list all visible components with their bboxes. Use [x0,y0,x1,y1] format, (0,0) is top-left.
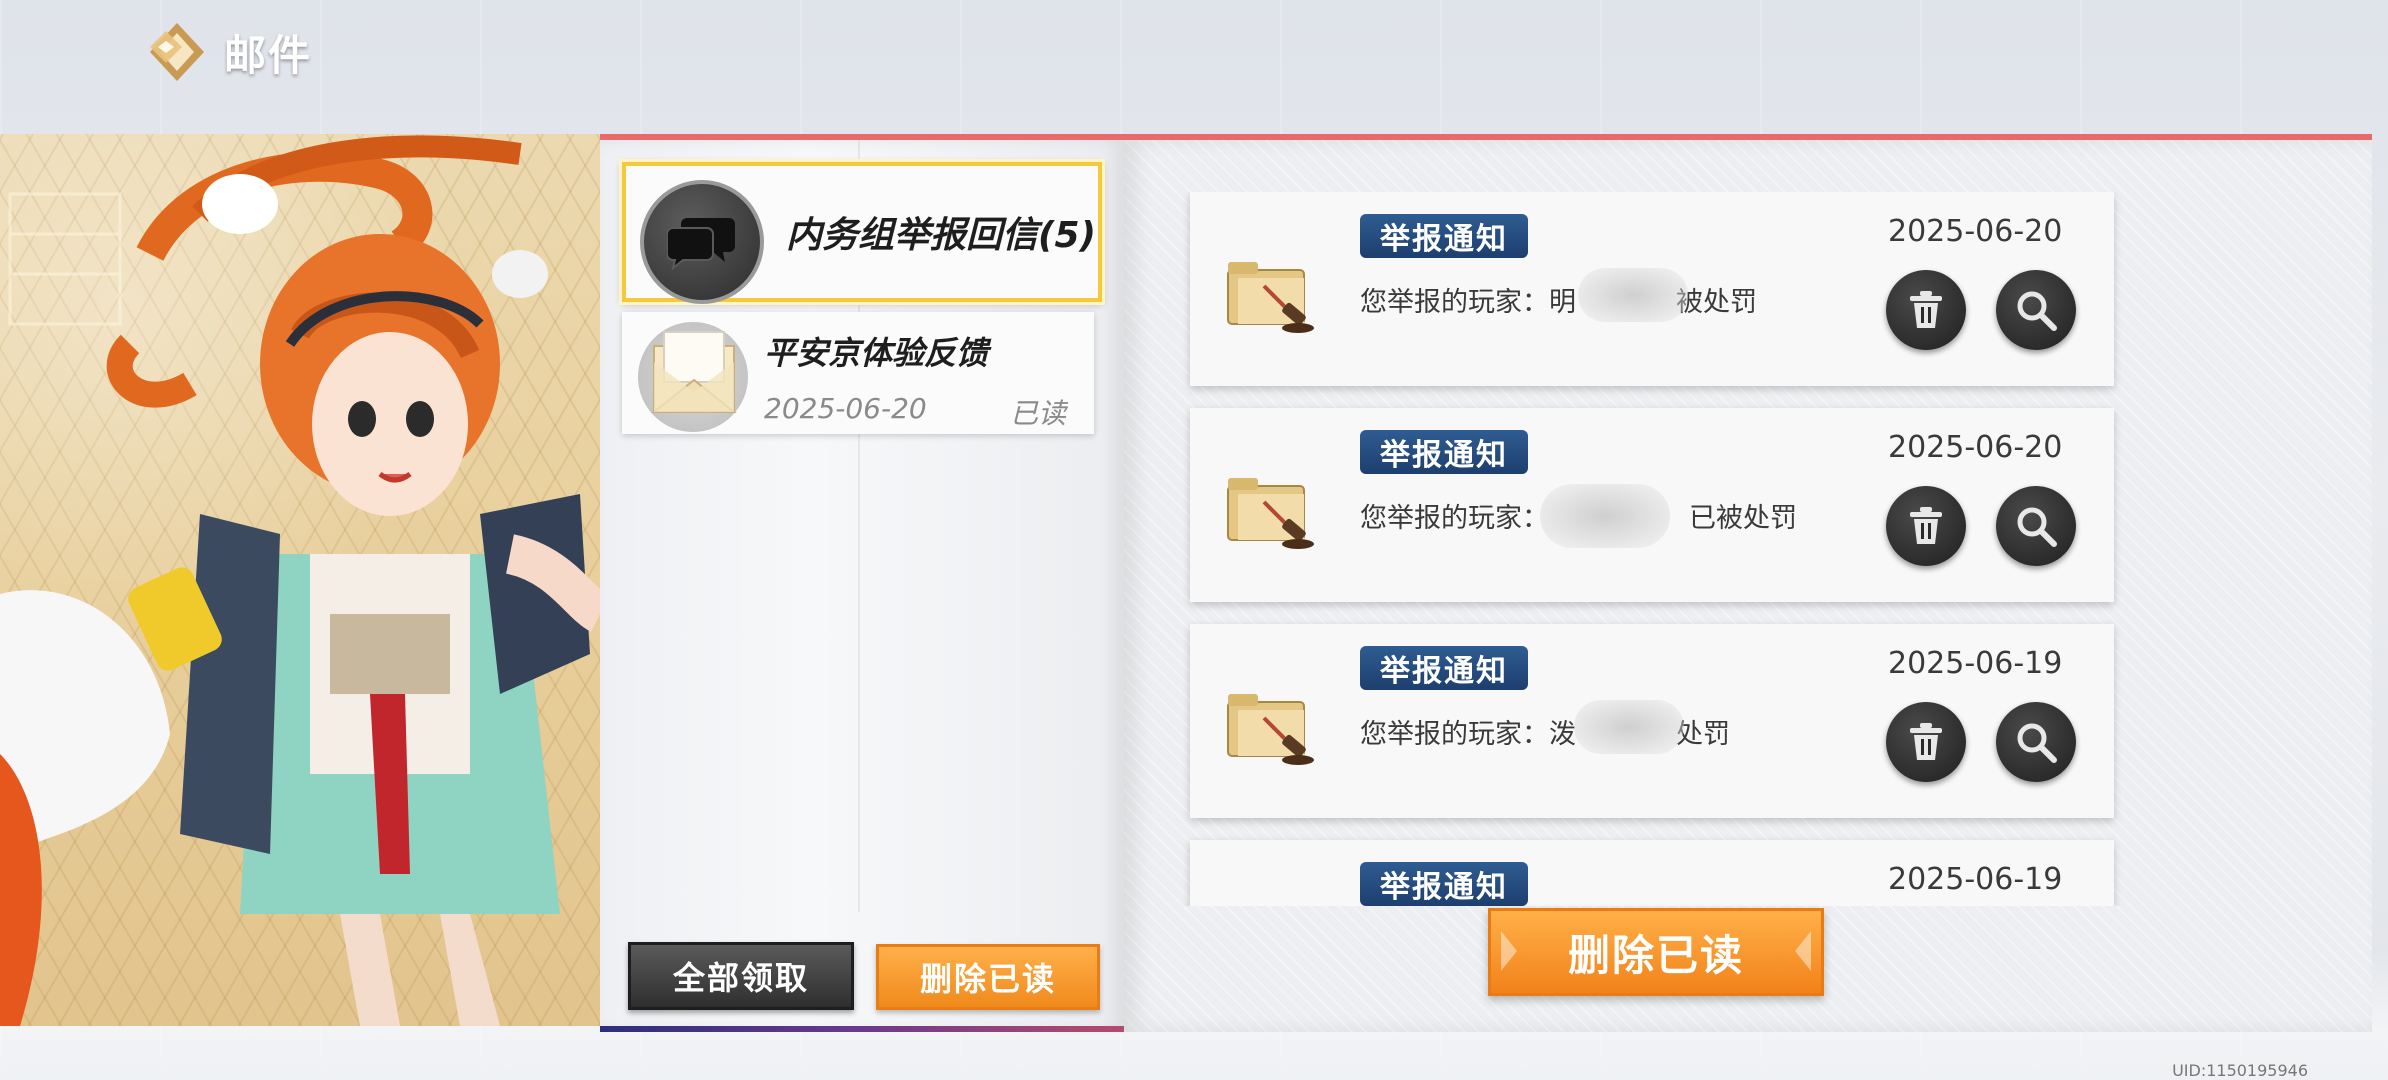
notice-text-before: 您举报的玩家：明 [1360,287,1576,318]
notice-text-after: 处罚 [1676,719,1730,750]
diamond-logo-icon [148,21,206,83]
notice-tag: 举报通知 [1360,862,1528,906]
magnifier-icon [2017,507,2057,547]
folder-gavel-icon [1227,694,1314,765]
folder-gavel-icon [1224,904,1324,906]
envelope-icon [638,322,748,432]
claim-all-button[interactable]: 全部领取 [628,942,854,1010]
page-title: 邮件 [224,30,313,80]
chat-bubbles-icon [640,180,764,304]
mail-item-selected[interactable]: 内务组举报回信(5) [622,162,1102,304]
delete-read-label: 删除已读 [1567,930,1744,980]
mail-list-panel: 内务组举报回信(5) 平安京体验反馈 2025-06-20 已读 全部领取 删除… [600,134,1124,1032]
delete-button[interactable] [1886,486,1966,566]
report-notice-card[interactable]: 举报通知 2025-06-19 [1190,840,2114,906]
report-notice-card[interactable]: 举报通知 2025-06-20 您举报的玩家：明 被处罚 [1190,192,2114,386]
notice-text: 您举报的玩家：明 被处罚 [1360,280,1757,319]
trash-icon [1910,723,1942,760]
notice-text-before: 您举报的玩家： [1360,503,1549,534]
view-button[interactable] [1996,486,2076,566]
mail-detail-panel: 举报通知 2025-06-20 您举报的玩家：明 被处罚 举报通知 2025-0… [1124,134,2372,1032]
mail-title: 平安京体验反馈 [764,334,989,372]
mail-date: 2025-06-20 [764,392,927,425]
trash-icon [1910,507,1942,544]
delete-button[interactable] [1886,702,1966,782]
folder-gavel-icon [1227,262,1314,333]
delete-button[interactable] [1886,270,1966,350]
notice-date: 2025-06-20 [1888,214,2063,249]
notice-date: 2025-06-19 [1888,862,2063,897]
mail-title: 内务组举报回信(5) [786,215,1096,256]
notice-text-before: 您举报的玩家：泼 [1360,719,1576,750]
mail-item[interactable]: 平安京体验反馈 2025-06-20 已读 [622,312,1094,434]
report-notice-card[interactable]: 举报通知 2025-06-19 您举报的玩家：泼 处罚 [1190,624,2114,818]
view-button[interactable] [1996,702,2076,782]
notice-date: 2025-06-20 [1888,430,2063,465]
delete-read-button[interactable]: 删除已读 [1488,908,1824,996]
redacted-name [1578,268,1688,322]
character-illustration [0,134,600,1026]
chevron-left-icon [1501,931,1517,971]
magnifier-icon [2017,291,2057,331]
list-bottom-line [600,1026,1124,1032]
notice-text-after: 已被处罚 [1689,503,1797,534]
report-notice-card[interactable]: 举报通知 2025-06-20 您举报的玩家： 已被处罚 [1190,408,2114,602]
mail-read-status: 已读 [1010,397,1067,430]
redacted-name [1574,700,1684,754]
page-header: 邮件 [148,16,312,88]
notice-tag: 举报通知 [1360,430,1528,474]
redacted-name [1540,484,1670,548]
notice-date: 2025-06-19 [1888,646,2063,681]
notice-text-after: 被处罚 [1676,287,1757,318]
notice-list: 举报通知 2025-06-20 您举报的玩家：明 被处罚 举报通知 2025-0… [1124,192,2372,906]
notice-tag: 举报通知 [1360,214,1528,258]
magnifier-icon [2017,723,2057,763]
delete-read-list-button[interactable]: 删除已读 [876,944,1100,1010]
view-button[interactable] [1996,270,2076,350]
trash-icon [1910,291,1942,328]
uid-label: UID:1150195946 [2172,1061,2308,1080]
chevron-right-icon [1795,931,1811,971]
notice-tag: 举报通知 [1360,646,1528,690]
folder-gavel-icon [1227,478,1314,549]
